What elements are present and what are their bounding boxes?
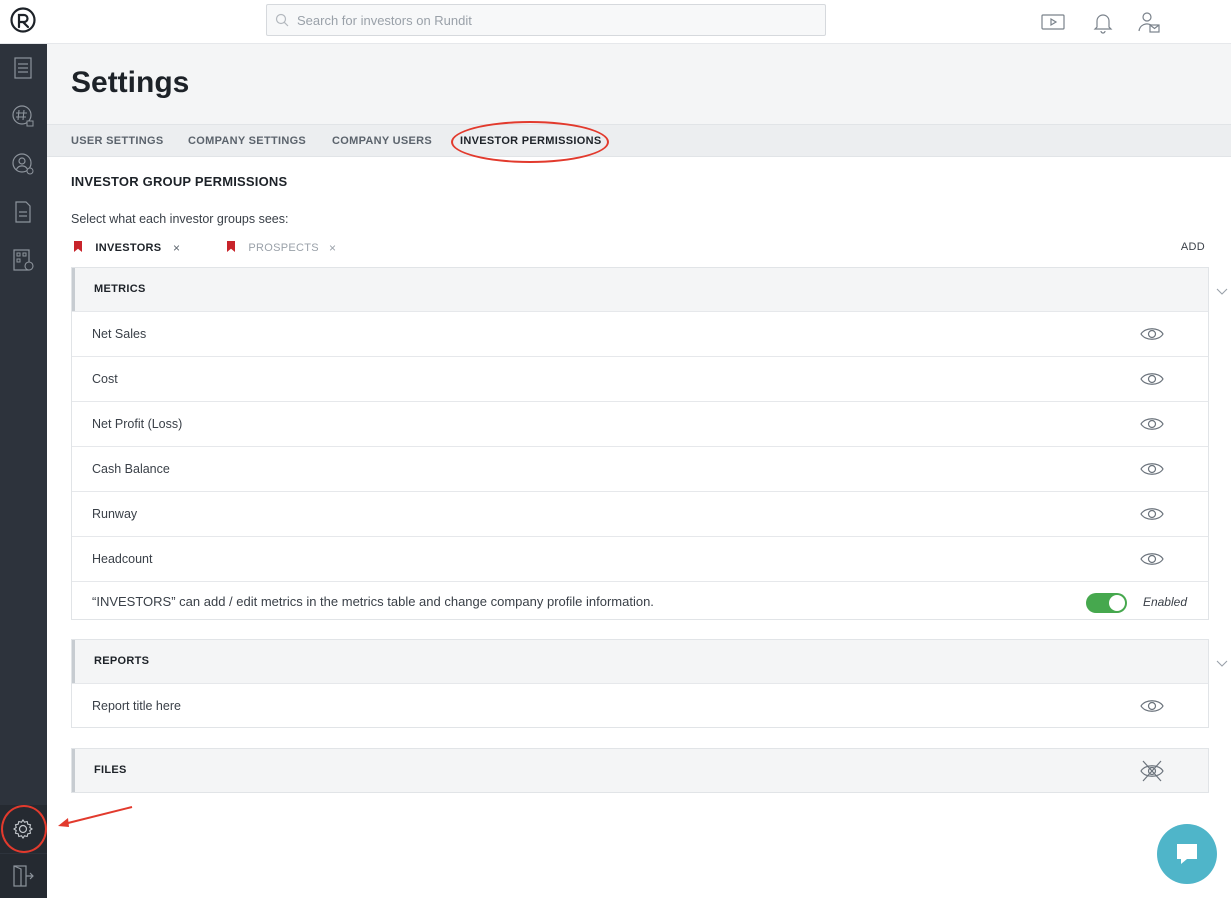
eye-icon[interactable] xyxy=(1140,550,1164,568)
metric-label: Cost xyxy=(92,372,118,386)
page-title: Settings xyxy=(71,66,190,99)
eye-slash-icon[interactable] xyxy=(1140,760,1164,782)
search-input[interactable] xyxy=(297,5,817,35)
bookmark-icon xyxy=(74,241,82,252)
group-tag-label: PROSPECTS xyxy=(248,242,319,254)
metrics-panel-header[interactable]: METRICS xyxy=(72,268,1208,311)
metric-row: Net Sales xyxy=(72,311,1208,356)
search-bar[interactable] xyxy=(266,4,826,36)
edit-permission-state: Enabled xyxy=(1142,595,1187,609)
rundit-logo[interactable] xyxy=(10,7,36,33)
toggle-knob xyxy=(1109,595,1125,611)
eye-icon[interactable] xyxy=(1140,697,1164,715)
section-heading: INVESTOR GROUP PERMISSIONS xyxy=(71,174,288,189)
remove-group-prospects-button[interactable]: × xyxy=(329,241,336,255)
reports-panel-header[interactable]: REPORTS xyxy=(72,640,1208,683)
report-label: Report title here xyxy=(92,699,181,713)
investors-icon[interactable] xyxy=(11,152,35,176)
logout-nav-item[interactable] xyxy=(0,854,47,898)
files-panel-header[interactable]: FILES xyxy=(72,749,1208,792)
group-tag-label: INVESTORS xyxy=(95,242,162,254)
eye-icon[interactable] xyxy=(1140,370,1164,388)
metrics-panel-title: METRICS xyxy=(94,283,146,295)
metric-row: Net Profit (Loss) xyxy=(72,401,1208,446)
eye-icon[interactable] xyxy=(1140,505,1164,523)
select-hint: Select what each investor groups sees: xyxy=(71,212,289,226)
reports-icon[interactable] xyxy=(11,200,35,224)
edit-permission-text: “INVESTORS” can add / edit metrics in th… xyxy=(92,594,654,609)
remove-group-investors-button[interactable]: × xyxy=(173,241,180,255)
eye-icon[interactable] xyxy=(1140,415,1164,433)
metric-row: Runway xyxy=(72,491,1208,536)
annotation-circle-tab xyxy=(451,121,609,163)
eye-icon[interactable] xyxy=(1140,325,1164,343)
settings-tabs: USER SETTINGS COMPANY SETTINGS COMPANY U… xyxy=(47,121,1231,163)
sidebar xyxy=(0,44,47,898)
top-bar xyxy=(0,0,1231,44)
bookmark-icon xyxy=(227,241,235,252)
metric-row: Cost xyxy=(72,356,1208,401)
files-panel-title: FILES xyxy=(94,764,127,776)
metric-label: Headcount xyxy=(92,552,153,566)
metric-label: Net Profit (Loss) xyxy=(92,417,183,431)
group-tag-prospects[interactable]: PROSPECTS xyxy=(227,241,319,254)
tab-company-users[interactable]: COMPANY USERS xyxy=(332,135,432,147)
metrics-panel: METRICS Net Sales Cost Net Profit (Loss)… xyxy=(71,267,1209,620)
group-tag-investors[interactable]: INVESTORS xyxy=(74,241,161,254)
files-panel: FILES xyxy=(71,748,1209,793)
reports-panel-title: REPORTS xyxy=(94,655,150,667)
metrics-icon[interactable] xyxy=(11,104,35,128)
user-messages-icon[interactable] xyxy=(1137,10,1161,34)
metric-label: Cash Balance xyxy=(92,462,170,476)
report-row: Report title here xyxy=(72,683,1208,727)
edit-permission-row: “INVESTORS” can add / edit metrics in th… xyxy=(72,581,1208,619)
video-tutorial-icon[interactable] xyxy=(1041,10,1065,34)
logout-icon[interactable] xyxy=(11,864,35,888)
page-header: Settings xyxy=(47,44,1231,124)
chevron-down-icon[interactable] xyxy=(1216,288,1228,296)
tab-company-settings[interactable]: COMPANY SETTINGS xyxy=(188,135,306,147)
eye-icon[interactable] xyxy=(1140,460,1164,478)
tab-user-settings[interactable]: USER SETTINGS xyxy=(71,135,164,147)
annotation-circle-settings xyxy=(1,805,47,853)
search-icon xyxy=(275,13,289,27)
add-group-button[interactable]: ADD xyxy=(1181,241,1205,253)
metric-row: Headcount xyxy=(72,536,1208,581)
main-content: Settings USER SETTINGS COMPANY SETTINGS … xyxy=(47,44,1231,898)
reports-panel: REPORTS Report title here xyxy=(71,639,1209,728)
dashboard-icon[interactable] xyxy=(11,56,35,80)
chat-icon xyxy=(1177,844,1197,864)
metric-label: Net Sales xyxy=(92,327,147,341)
chevron-down-icon[interactable] xyxy=(1216,660,1228,668)
bell-icon[interactable] xyxy=(1091,10,1115,34)
edit-permission-toggle[interactable] xyxy=(1086,593,1127,613)
company-icon[interactable] xyxy=(11,248,35,272)
metric-row: Cash Balance xyxy=(72,446,1208,491)
chat-button[interactable] xyxy=(1157,824,1217,884)
metric-label: Runway xyxy=(92,507,138,521)
